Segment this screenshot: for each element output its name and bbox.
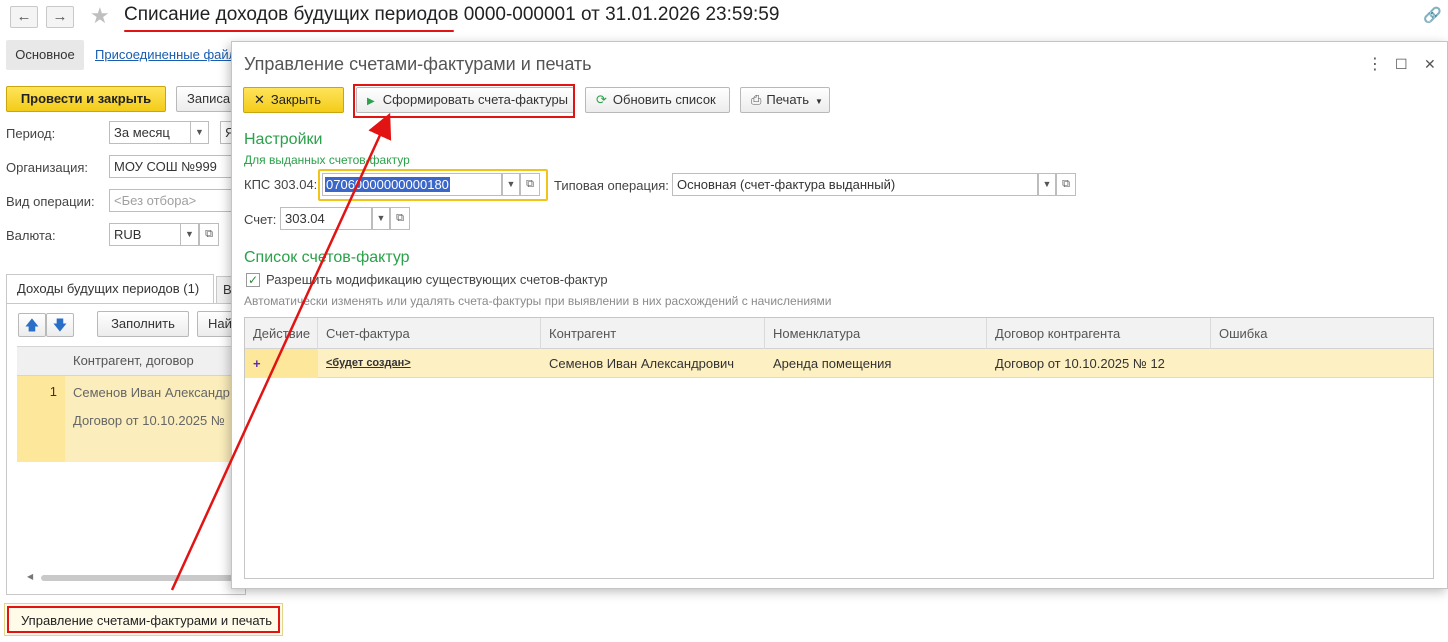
annotation-arrow <box>170 112 392 591</box>
